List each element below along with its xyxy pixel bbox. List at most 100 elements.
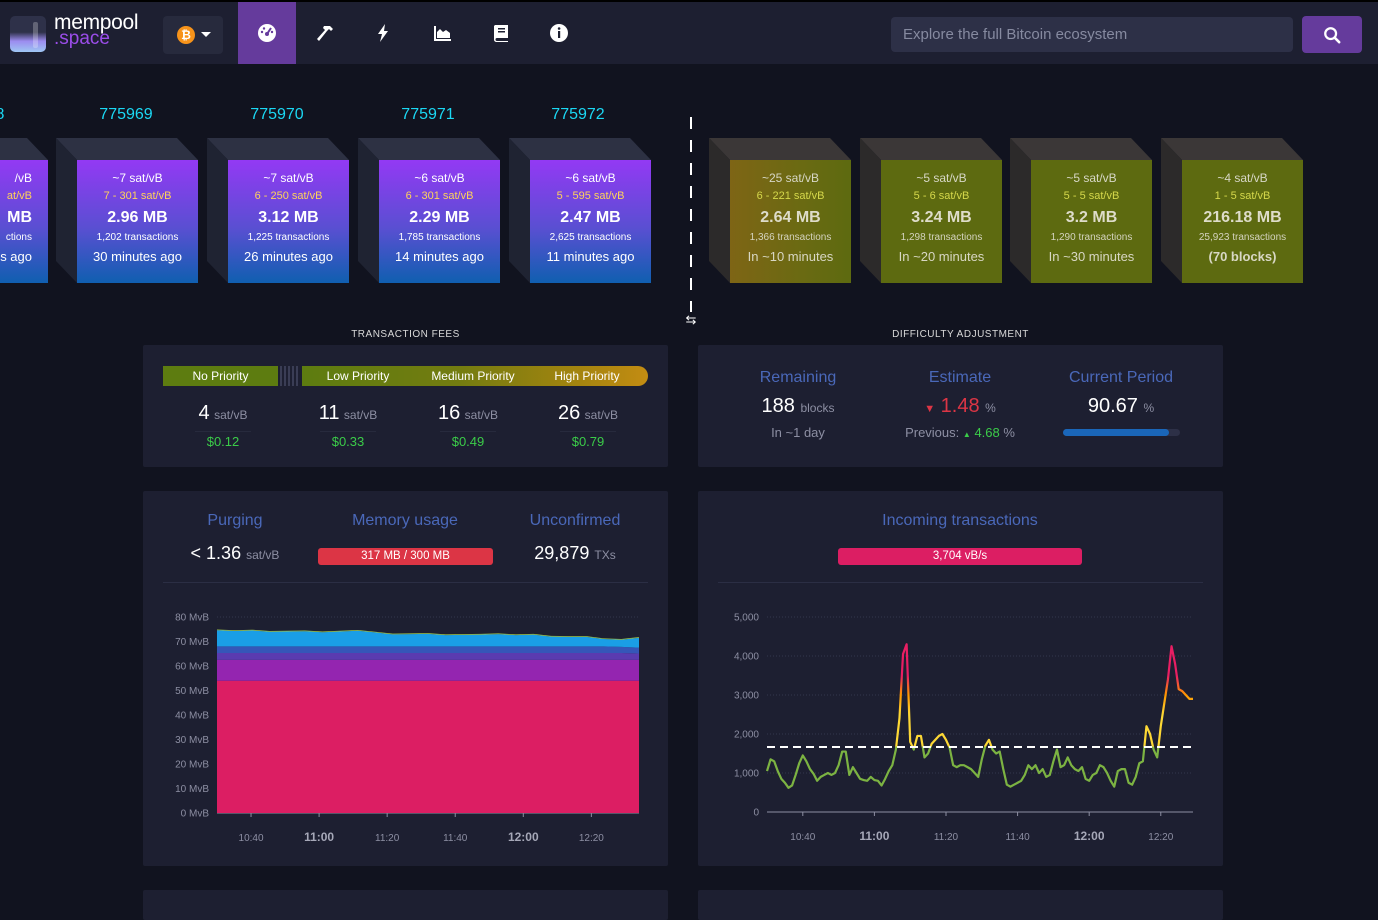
purging-number: < 1.36 <box>190 543 242 563</box>
area-series-low-fees <box>217 680 639 813</box>
y-tick-label: 0 <box>753 808 759 819</box>
fee-value: 26 <box>557 402 581 424</box>
fee-usd: $0.79 <box>560 431 616 449</box>
block-tx-count: 1,298 transactions <box>900 232 983 243</box>
difficulty-adjustment-title: DIFFICULTY ADJUSTMENT <box>892 329 1029 340</box>
x-tick-label: 11:20 <box>375 833 400 844</box>
tachometer-icon <box>258 24 276 42</box>
incoming-transactions-chart[interactable]: 0 1,000 2,000 3,000 4,000 5,000 10:40 11:00 11:2… <box>710 600 1210 855</box>
pending-block[interactable]: ~5 sat/vB 5 - 5 sat/vB 3.2 MB 1,290 tran… <box>1010 138 1152 283</box>
mempool-logo-icon[interactable] <box>10 16 46 52</box>
arrows-swap-icon[interactable]: ⇆ <box>683 312 699 328</box>
remaining-label: Remaining <box>759 369 837 386</box>
divider <box>718 582 1203 583</box>
previous-unit: % <box>1003 425 1015 440</box>
mined-block[interactable]: ~7 sat/vB 7 - 301 sat/vB 2.96 MB 1,202 t… <box>56 138 198 283</box>
hammer-icon <box>317 26 333 41</box>
purging-unit: sat/vB <box>246 548 280 562</box>
remaining-eta: In ~1 day <box>771 425 825 440</box>
current-period-value: 90.67 % <box>1031 395 1211 418</box>
previous-value: 4.68 <box>974 425 1000 440</box>
block-height[interactable]: 775972 <box>508 106 648 124</box>
pending-block[interactable]: ~25 sat/vB 6 - 221 sat/vB 2.64 MB 1,366 … <box>709 138 851 283</box>
network-selector-button[interactable]: ₿ <box>163 16 223 54</box>
estimate-unit: % <box>985 401 996 415</box>
block-eta: In ~10 minutes <box>747 249 834 264</box>
unconfirmed-count: 29,879 <box>534 543 590 563</box>
bitcoin-icon: ₿ <box>177 26 195 44</box>
block-median-fee: ~25 sat/vB <box>761 171 820 185</box>
x-tick-label: 10:40 <box>239 833 264 844</box>
x-tick-label: 12:00 <box>1074 829 1105 843</box>
block-time: 26 minutes ago <box>244 249 333 264</box>
block-height[interactable]: 775970 <box>207 106 347 124</box>
nav-mining[interactable] <box>296 2 354 64</box>
unconfirmed-value: 29,879 TXs <box>485 543 665 564</box>
block-size: 3.2 MB <box>1065 209 1118 226</box>
fee-label-low-priority: Low Priority <box>326 369 390 383</box>
search-button[interactable] <box>1302 16 1362 53</box>
nav-docs[interactable] <box>472 2 530 64</box>
unconfirmed-unit: TXs <box>594 548 616 562</box>
area-series-mid-high-fees <box>217 646 639 654</box>
book-icon <box>493 25 508 42</box>
period-progress-bar <box>1063 429 1180 436</box>
block-height[interactable]: 775969 <box>56 106 196 124</box>
nav-graphs[interactable] <box>413 2 471 64</box>
block-height[interactable]: 775971 <box>358 106 498 124</box>
fee-unit: sat/vB <box>584 408 619 422</box>
mined-block[interactable]: /vB at/vB MB ctions s ago <box>0 138 48 283</box>
y-tick-label: 5,000 <box>734 613 759 624</box>
block-tx-count: 1,202 transactions <box>96 232 179 243</box>
block-fee-range: 1 - 5 sat/vB <box>1214 190 1271 202</box>
block-time: 30 minutes ago <box>93 249 182 264</box>
nav-about[interactable] <box>530 2 588 64</box>
logo-text[interactable]: mempool .space <box>54 12 139 48</box>
block-median-fee: ~5 sat/vB <box>1066 171 1117 185</box>
block-fee-range: 6 - 250 sat/vB <box>254 190 323 202</box>
block-fee-range: 5 - 595 sat/vB <box>556 190 625 202</box>
mined-block[interactable]: ~6 sat/vB 6 - 301 sat/vB 2.29 MB 1,785 t… <box>358 138 500 283</box>
x-tick-label: 12:00 <box>508 830 539 844</box>
info-icon <box>550 24 568 42</box>
x-tick-label: 10:40 <box>790 832 815 843</box>
block-size: 3.24 MB <box>911 209 972 226</box>
block-size: 2.29 MB <box>409 209 470 226</box>
block-tx-count: 1,366 transactions <box>749 232 832 243</box>
previous-adjustment: Previous: ▲ 4.68 % <box>870 425 1050 440</box>
block-eta: In ~30 minutes <box>1048 249 1135 264</box>
fee-label-medium-priority: Medium Priority <box>431 369 515 383</box>
block-fee-range: 5 - 5 sat/vB <box>1063 190 1120 202</box>
x-tick-label: 11:40 <box>1005 832 1030 843</box>
area-series-high-fees <box>217 630 639 648</box>
memory-usage-bar: 317 MB / 300 MB <box>318 548 493 565</box>
incoming-transactions-label: Incoming transactions <box>882 512 1038 529</box>
block-size: 216.18 MB <box>1203 209 1282 226</box>
nav-lightning[interactable] <box>354 2 412 64</box>
remaining-unit: blocks <box>800 401 835 415</box>
fee-low-priority: 11 sat/vB $0.33 <box>283 402 413 451</box>
nav-dashboard[interactable] <box>238 2 296 64</box>
y-tick-label: 50 MvB <box>175 686 209 697</box>
block-tx-count: 1,785 transactions <box>398 232 481 243</box>
y-tick-label: 30 MvB <box>175 735 209 746</box>
block-time: 11 minutes ago <box>546 249 635 264</box>
y-tick-label: 80 MvB <box>175 613 209 624</box>
block-median-fee: ~5 sat/vB <box>916 171 967 185</box>
y-tick-label: 70 MvB <box>175 637 209 648</box>
previous-label: Previous: <box>905 425 960 440</box>
fee-usd: $0.12 <box>195 431 251 449</box>
mempool-size-chart[interactable]: 0 MvB 10 MvB 20 MvB 30 MvB 40 MvB 50 MvB 60 Mv… <box>160 600 660 855</box>
estimate-number: 1.48 <box>940 395 980 417</box>
caret-down-icon <box>201 32 211 37</box>
mined-block[interactable]: ~6 sat/vB 5 - 595 sat/vB 2.47 MB 2,625 t… <box>509 138 651 283</box>
fee-unit: sat/vB <box>343 408 378 422</box>
search-input[interactable] <box>891 17 1293 52</box>
pending-block[interactable]: ~4 sat/vB 1 - 5 sat/vB 216.18 MB 25,923 … <box>1161 138 1303 283</box>
pending-block[interactable]: ~5 sat/vB 5 - 6 sat/vB 3.24 MB 1,298 tra… <box>860 138 1002 283</box>
block-tx-count: ctions <box>5 232 32 243</box>
fee-gap-stripes <box>280 366 300 386</box>
fee-value: 16 <box>437 402 461 424</box>
mined-block[interactable]: ~7 sat/vB 6 - 250 sat/vB 3.12 MB 1,225 t… <box>207 138 349 283</box>
current-period-label: Current Period <box>1068 369 1174 386</box>
